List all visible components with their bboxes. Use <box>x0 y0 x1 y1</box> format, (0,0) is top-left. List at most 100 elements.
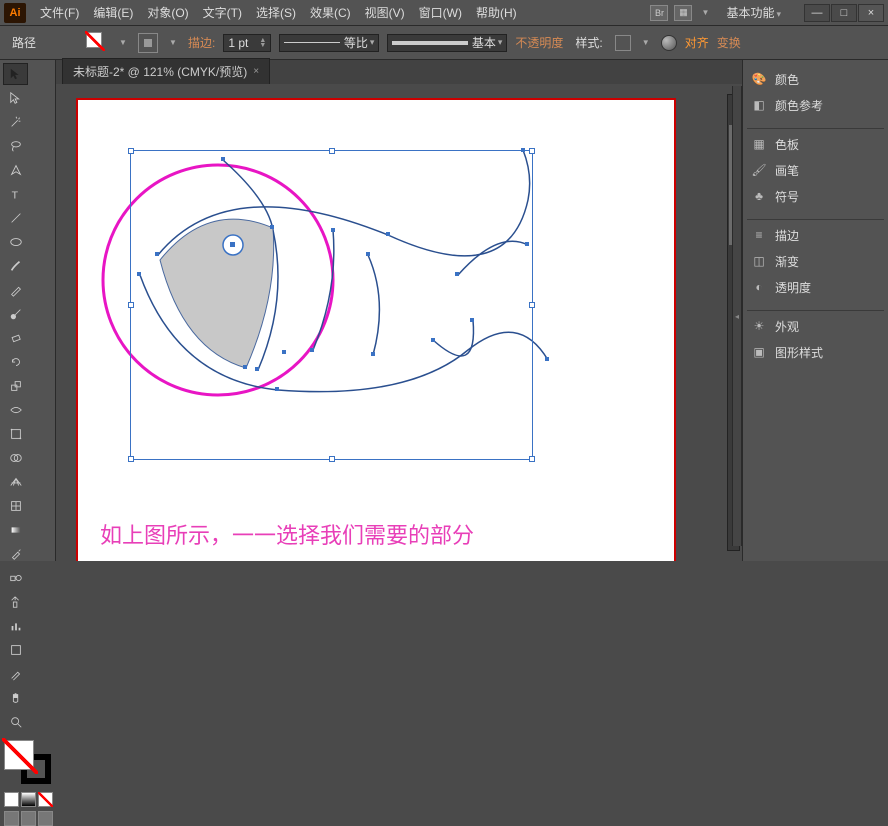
transform-label[interactable]: 变换 <box>717 34 741 51</box>
panel-appearance[interactable]: ☀外观 <box>743 313 888 339</box>
eraser-tool[interactable] <box>3 327 28 349</box>
menu-help[interactable]: 帮助(H) <box>470 1 523 24</box>
menu-select[interactable]: 选择(S) <box>250 1 302 24</box>
fill-dropdown-icon[interactable]: ▼ <box>116 36 130 50</box>
style-dropdown-icon[interactable]: ▼ <box>639 36 653 50</box>
selection-tool[interactable] <box>3 63 28 85</box>
close-button[interactable]: × <box>858 4 884 22</box>
panel-swatches[interactable]: ▦色板 <box>743 131 888 157</box>
gradient-tool[interactable] <box>3 519 28 541</box>
slice-tool[interactable] <box>3 663 28 685</box>
menu-view[interactable]: 视图(V) <box>359 1 411 24</box>
handle-e[interactable] <box>529 302 535 308</box>
eyedropper-tool[interactable] <box>3 543 28 565</box>
handle-sw[interactable] <box>128 456 134 462</box>
menu-effect[interactable]: 效果(C) <box>304 1 357 24</box>
direct-selection-tool[interactable] <box>3 87 28 109</box>
main-menu: 文件(F) 编辑(E) 对象(O) 文字(T) 选择(S) 效果(C) 视图(V… <box>34 1 523 24</box>
stroke-weight-input[interactable]: 1 pt ▲▼ <box>223 34 271 52</box>
zoom-tool[interactable] <box>3 711 28 733</box>
menu-type[interactable]: 文字(T) <box>197 1 248 24</box>
hand-tool[interactable] <box>3 687 28 709</box>
svg-text:T: T <box>11 189 18 201</box>
document-tab[interactable]: 未标题-2* @ 121% (CMYK/预览) × <box>62 58 270 84</box>
panel-stroke[interactable]: ≡描边 <box>743 222 888 248</box>
panel-brushes[interactable]: 🖌画笔 <box>743 157 888 183</box>
screen-mode-row <box>4 811 53 826</box>
panel-collapse-bar[interactable]: ◂ <box>732 86 742 546</box>
artboard-tool[interactable] <box>3 639 28 661</box>
column-graph-tool[interactable] <box>3 615 28 637</box>
draw-inside[interactable] <box>38 811 53 826</box>
scale-tool[interactable] <box>3 375 28 397</box>
close-tab-icon[interactable]: × <box>253 66 259 77</box>
panel-transparency[interactable]: ◐透明度 <box>743 274 888 300</box>
menu-edit[interactable]: 编辑(E) <box>87 1 139 24</box>
color-mode-gradient[interactable] <box>21 792 36 807</box>
panel-symbols[interactable]: ♣符号 <box>743 183 888 209</box>
selection-bounding-box[interactable] <box>130 150 533 460</box>
mesh-tool[interactable] <box>3 495 28 517</box>
panel-color-guide[interactable]: ◧颜色参考 <box>743 92 888 118</box>
free-transform-tool[interactable] <box>3 423 28 445</box>
shape-builder-tool[interactable] <box>3 447 28 469</box>
draw-normal[interactable] <box>4 811 19 826</box>
pencil-tool[interactable] <box>3 279 28 301</box>
swatches-icon: ▦ <box>751 136 767 152</box>
handle-n[interactable] <box>329 148 335 154</box>
lasso-tool[interactable] <box>3 135 28 157</box>
handle-nw[interactable] <box>128 148 134 154</box>
handle-w[interactable] <box>128 302 134 308</box>
artboard: 如上图所示，一一选择我们需要的部分 <box>76 98 676 561</box>
fill-stroke-control[interactable] <box>4 740 51 784</box>
blend-tool[interactable] <box>3 567 28 589</box>
opacity-label[interactable]: 不透明度 <box>515 34 563 51</box>
panel-graphic-styles[interactable]: ▣图形样式 <box>743 339 888 365</box>
palette-icon: 🎨 <box>751 71 767 87</box>
canvas[interactable]: 如上图所示，一一选择我们需要的部分 <box>56 84 742 561</box>
ellipse-tool[interactable] <box>3 231 28 253</box>
magic-wand-tool[interactable] <box>3 111 28 133</box>
brush-dropdown[interactable]: 基本▾ <box>387 34 507 52</box>
stroke-icon: ≡ <box>751 227 767 243</box>
color-mode-none[interactable] <box>38 792 53 807</box>
symbols-icon: ♣ <box>751 188 767 204</box>
bridge-icon[interactable]: Br <box>650 5 668 21</box>
workspace-switcher[interactable]: 基本功能▾ <box>718 2 789 23</box>
blob-brush-tool[interactable] <box>3 303 28 325</box>
menu-object[interactable]: 对象(O) <box>141 1 194 24</box>
stroke-label[interactable]: 描边: <box>188 34 215 51</box>
pen-tool[interactable] <box>3 159 28 181</box>
symbol-sprayer-tool[interactable] <box>3 591 28 613</box>
transparency-icon: ◐ <box>751 279 767 295</box>
type-tool[interactable]: T <box>3 183 28 205</box>
menu-window[interactable]: 窗口(W) <box>413 1 468 24</box>
handle-ne[interactable] <box>529 148 535 154</box>
style-swatch[interactable] <box>615 35 631 51</box>
draw-behind[interactable] <box>21 811 36 826</box>
width-tool[interactable] <box>3 399 28 421</box>
fill-swatch[interactable] <box>86 32 108 54</box>
stroke-dropdown-icon[interactable]: ▼ <box>166 36 180 50</box>
line-tool[interactable] <box>3 207 28 229</box>
align-label[interactable]: 对齐 <box>685 34 709 51</box>
arrange-icon[interactable]: ▦ <box>674 5 692 21</box>
rotate-tool[interactable] <box>3 351 28 373</box>
profile-dropdown[interactable]: 等比▾ <box>279 34 379 52</box>
instruction-text: 如上图所示，一一选择我们需要的部分 <box>100 518 474 550</box>
maximize-button[interactable]: □ <box>831 4 857 22</box>
perspective-grid-tool[interactable] <box>3 471 28 493</box>
paintbrush-tool[interactable] <box>3 255 28 277</box>
recolor-icon[interactable] <box>661 35 677 51</box>
color-mode-solid[interactable] <box>4 792 19 807</box>
document-tab-label: 未标题-2* @ 121% (CMYK/预览) <box>73 63 247 80</box>
handle-s[interactable] <box>329 456 335 462</box>
panel-color[interactable]: 🎨颜色 <box>743 66 888 92</box>
stroke-swatch[interactable] <box>138 33 158 53</box>
arrange-dropdown-icon[interactable]: ▼ <box>698 6 712 20</box>
menu-file[interactable]: 文件(F) <box>34 1 85 24</box>
handle-se[interactable] <box>529 456 535 462</box>
panel-gradient[interactable]: ◫渐变 <box>743 248 888 274</box>
minimize-button[interactable]: — <box>804 4 830 22</box>
toolbox: T <box>0 60 56 561</box>
